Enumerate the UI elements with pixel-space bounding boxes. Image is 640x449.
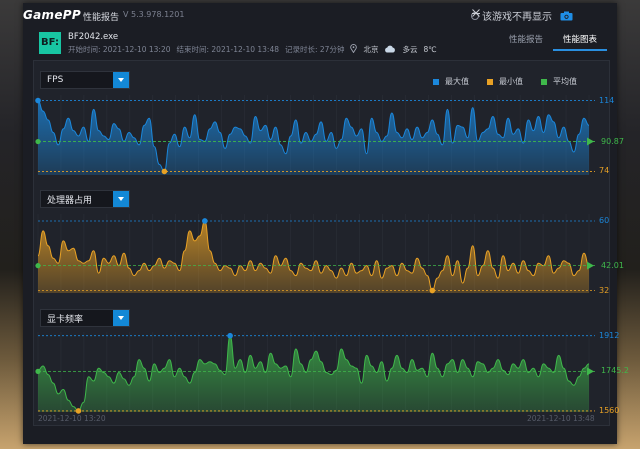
report-window: GamePP 性能报告 V 5.3.978.1201 该游戏不再显示 BF: B…: [23, 3, 629, 444]
cpu-min-marker: [429, 287, 436, 294]
session-meta: 开始时间: 2021-12-10 13:20 结束时间: 2021-12-10 …: [68, 44, 437, 55]
title-bar: GamePP 性能报告 V 5.3.978.1201 该游戏不再显示: [23, 3, 617, 27]
temperature: 8℃: [423, 45, 437, 54]
window-title: 性能报告: [83, 13, 120, 23]
report-tabs: 性能报告 性能图表: [499, 33, 607, 51]
gpu-avg-arrow-icon: [587, 367, 594, 376]
gpu-min-label: 1560: [599, 405, 620, 415]
app-logo: GamePP: [23, 8, 81, 22]
end-time: 结束时间: 2021-12-10 13:48: [176, 45, 280, 54]
game-icon: BF:: [39, 32, 61, 54]
game-name: BF2042.exe: [68, 32, 119, 42]
cpu-max-label: 60: [599, 215, 610, 225]
cpu-avg-label: 42.01: [601, 260, 624, 270]
chart-panel: FPS 处理器占用 显卡频率 最大值 最小值 平均值 2021-12-10 13…: [33, 60, 629, 426]
weather: 多云: [402, 45, 418, 54]
fps-min-marker: [161, 168, 168, 175]
x-axis-end-label: 2021-12-10 13:48: [527, 414, 595, 423]
x-axis-start-label: 2021-12-10 13:20: [38, 414, 106, 423]
no-show-label: 该游戏不再显示: [482, 12, 552, 23]
tab-performance-report[interactable]: 性能报告: [499, 33, 553, 51]
gpu-avg-label: 1745.2: [601, 366, 629, 376]
duration: 记录时长: 27分钟: [285, 45, 345, 54]
city: 北京: [363, 45, 379, 54]
tab-performance-chart[interactable]: 性能图表: [553, 33, 607, 51]
fps-avg-label: 90.87: [601, 136, 624, 146]
version-label: V 5.3.978.1201: [123, 10, 185, 19]
fps-max-label: 114: [599, 95, 615, 105]
cloud-icon: [384, 45, 396, 55]
start-time: 开始时间: 2021-12-10 13:20: [68, 45, 171, 54]
cpu-avg-arrow-icon: [587, 261, 594, 270]
camera-icon[interactable]: [560, 11, 573, 21]
gpu-avg-dot: [35, 368, 41, 374]
minimize-icon[interactable]: [472, 11, 591, 21]
fps-avg-arrow-icon: [587, 137, 594, 146]
cpu-max-marker: [202, 218, 208, 224]
charts-canvas: [35, 95, 595, 414]
fps-min-label: 74: [599, 166, 610, 176]
fps-max-marker: [35, 97, 41, 104]
close-icon[interactable]: [472, 9, 609, 21]
game-info-bar: BF: BF2042.exe 开始时间: 2021-12-10 13:20 结束…: [23, 27, 617, 59]
cpu-avg-dot: [35, 263, 41, 269]
no-show-checkbox[interactable]: 该游戏不再显示: [471, 8, 552, 23]
location-pin-icon: [350, 44, 358, 55]
gpu-max-marker: [227, 332, 233, 339]
gpu-min-marker: [75, 408, 82, 414]
fps-avg-dot: [35, 138, 41, 145]
gpu-max-label: 1912: [599, 330, 620, 340]
cpu-min-label: 32: [599, 285, 610, 295]
